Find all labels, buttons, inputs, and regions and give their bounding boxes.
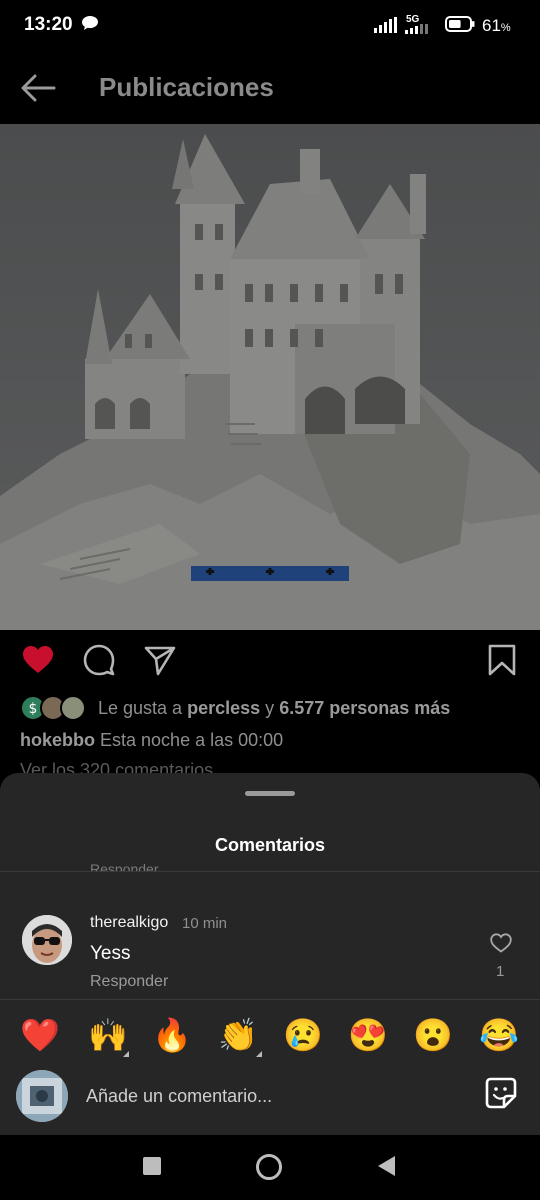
variant-indicator-icon xyxy=(123,1051,129,1057)
variant-indicator-icon xyxy=(256,1051,262,1057)
caption-username[interactable]: hokebbo xyxy=(20,730,95,750)
post-caption: hokebbo Esta noche a las 00:00 xyxy=(20,730,283,751)
signal-icon xyxy=(374,17,397,33)
comment-text: Yess xyxy=(90,943,131,964)
home-button[interactable] xyxy=(256,1154,282,1180)
emoji-surprised-face[interactable]: 😮 xyxy=(413,1015,453,1055)
top-app-bar: Publicaciones xyxy=(0,52,540,124)
emoji-tears-of-joy[interactable]: 😂 xyxy=(479,1015,519,1055)
back-triangle-icon[interactable] xyxy=(377,1155,397,1177)
post-actions xyxy=(0,630,540,690)
svg-text:$: $ xyxy=(29,701,38,717)
bookmark-icon[interactable] xyxy=(486,644,518,676)
comment-icon[interactable] xyxy=(83,644,115,676)
emoji-raising-hands[interactable]: 🙌 xyxy=(88,1015,128,1055)
emoji-fire[interactable]: 🔥 xyxy=(152,1015,192,1055)
likes-text: Le gusta a percless y 6.577 personas más xyxy=(98,698,451,718)
caption-text: Esta noche a las 00:00 xyxy=(100,730,284,750)
post-image[interactable] xyxy=(0,124,540,630)
battery-percent: 61% xyxy=(482,16,511,35)
divider xyxy=(0,871,540,872)
comments-sheet: Comentarios Responder therealkigo 10 min… xyxy=(0,773,540,1135)
share-icon[interactable] xyxy=(144,644,176,676)
liker-avatars: $ xyxy=(20,695,90,721)
current-user-avatar xyxy=(16,1070,68,1122)
chat-notification-icon xyxy=(82,16,98,30)
reply-button[interactable]: Responder xyxy=(90,973,168,991)
comment-like-icon[interactable] xyxy=(490,933,512,953)
comment-input[interactable] xyxy=(86,1083,466,1109)
divider xyxy=(0,999,540,1000)
battery-icon xyxy=(445,16,475,32)
likes-summary[interactable]: $ Le gusta a percless y 6.577 personas m… xyxy=(20,694,540,722)
comment-avatar[interactable] xyxy=(22,915,72,965)
comment-time: 10 min xyxy=(182,915,228,932)
emoji-crying-face[interactable]: 😢 xyxy=(283,1015,323,1055)
comment-like-count: 1 xyxy=(496,963,505,980)
emoji-clapping-hands[interactable]: 👏 xyxy=(218,1015,258,1055)
signal-2-icon xyxy=(405,24,428,34)
status-bar: 13:20 5G 61% xyxy=(0,0,540,52)
sticker-icon[interactable] xyxy=(484,1076,518,1110)
sheet-title: Comentarios xyxy=(214,835,326,855)
comment-username[interactable]: therealkigo xyxy=(90,914,168,932)
emoji-red-heart[interactable]: ❤️ xyxy=(20,1015,60,1055)
status-time: 13:20 xyxy=(24,14,73,35)
arrow-left-icon[interactable] xyxy=(20,74,56,102)
sand-castle-image xyxy=(0,124,540,630)
page-title: Publicaciones xyxy=(99,72,274,102)
emoji-heart-eyes[interactable]: 😍 xyxy=(348,1015,388,1055)
system-nav-bar xyxy=(0,1135,540,1200)
previous-reply-link[interactable]: Responder xyxy=(90,861,159,871)
recents-button[interactable] xyxy=(143,1157,161,1175)
sheet-drag-handle[interactable] xyxy=(245,791,295,796)
heart-filled-icon[interactable] xyxy=(22,644,54,676)
